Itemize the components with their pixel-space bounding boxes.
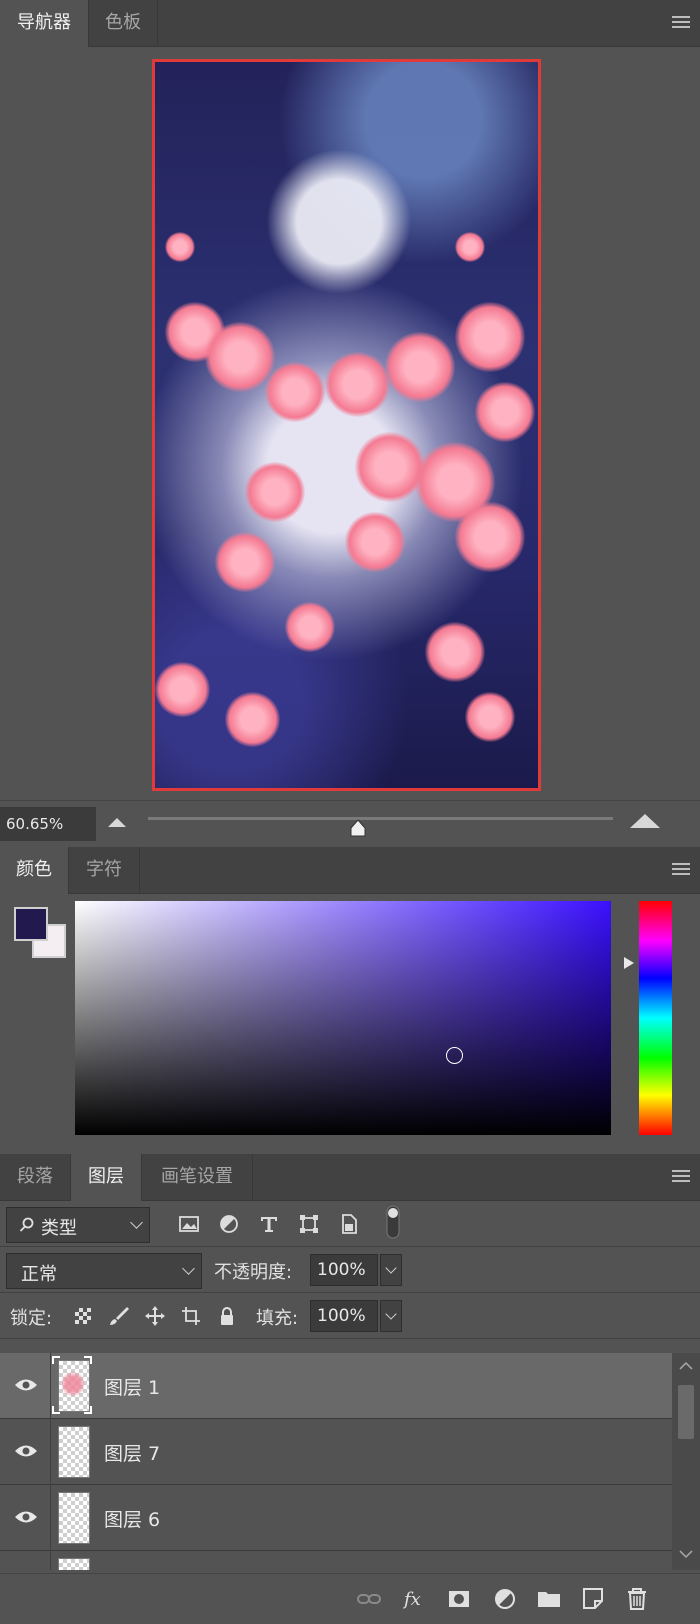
color-panel: 颜色 字符	[0, 847, 700, 1154]
type-filter-icon[interactable]	[258, 1213, 280, 1235]
tab-layers[interactable]: 图层	[71, 1154, 142, 1201]
blend-mode-label: 正常	[21, 1264, 57, 1285]
navigator-zoom-bar: 60.65%	[0, 800, 700, 847]
lock-artboard-icon[interactable]	[180, 1305, 202, 1327]
lock-position-move-icon[interactable]	[144, 1305, 166, 1327]
lock-image-pixels-brush-icon[interactable]	[108, 1305, 130, 1327]
zoom-out-icon[interactable]	[108, 818, 126, 827]
navigator-tabbar: 导航器 色板	[0, 0, 700, 47]
layer-thumbnail	[58, 1492, 90, 1544]
layer-name: 图层 6	[104, 1509, 161, 1531]
tab-character[interactable]: 字符	[69, 847, 140, 893]
zoom-slider[interactable]	[148, 817, 613, 820]
tab-color[interactable]: 颜色	[0, 847, 69, 894]
filter-toggle-icon[interactable]	[386, 1205, 400, 1239]
layer-effects-fx-icon[interactable]: fx	[402, 1586, 428, 1612]
tab-brush-settings[interactable]: 画笔设置	[142, 1154, 253, 1200]
layers-panel: 段落 图层 画笔设置 类型 正常 不透明度: 100% 锁定: 填充: 100%…	[0, 1154, 700, 1624]
layer-thumbnail	[58, 1558, 90, 1570]
scroll-up-icon[interactable]	[679, 1361, 693, 1371]
new-group-folder-icon[interactable]	[536, 1586, 562, 1612]
layer-row[interactable]: 图层 6	[0, 1485, 672, 1551]
blend-mode-dropdown[interactable]: 正常	[6, 1253, 202, 1289]
scroll-down-icon[interactable]	[679, 1549, 693, 1559]
layer-row[interactable]: 图层 1	[0, 1353, 672, 1419]
add-layer-mask-icon[interactable]	[446, 1586, 472, 1612]
visibility-eye-icon[interactable]	[14, 1377, 38, 1393]
saturation-brightness-field[interactable]	[75, 901, 611, 1135]
search-icon	[19, 1217, 34, 1232]
new-fill-adjustment-layer-icon[interactable]	[492, 1586, 518, 1612]
chevron-down-icon	[130, 1216, 143, 1229]
layer-thumbnail	[58, 1426, 90, 1478]
shape-filter-icon[interactable]	[298, 1213, 320, 1235]
layer-name: 图层 7	[104, 1443, 161, 1465]
navigator-thumbnail-image[interactable]	[152, 59, 541, 791]
visibility-eye-icon[interactable]	[14, 1509, 38, 1525]
tab-paragraph[interactable]: 段落	[0, 1154, 71, 1200]
layer-row[interactable]: 图层 7	[0, 1419, 672, 1485]
layers-tabbar: 段落 图层 画笔设置	[0, 1154, 700, 1201]
adjustment-filter-icon[interactable]	[218, 1213, 240, 1235]
layer-filter-row: 类型	[0, 1201, 700, 1247]
fill-dropdown-button[interactable]	[380, 1300, 402, 1332]
opacity-label: 不透明度:	[214, 1262, 293, 1283]
fill-label: 填充:	[256, 1308, 299, 1329]
tab-swatches[interactable]: 色板	[89, 0, 158, 46]
fill-input[interactable]: 100%	[310, 1300, 378, 1332]
new-layer-icon[interactable]	[580, 1586, 606, 1612]
panel-menu-icon[interactable]	[672, 16, 690, 30]
smart-object-filter-icon[interactable]	[338, 1213, 360, 1235]
color-picker	[0, 894, 700, 1154]
blend-opacity-row: 正常 不透明度: 100%	[0, 1247, 700, 1293]
tab-navigator[interactable]: 导航器	[0, 0, 89, 47]
opacity-input[interactable]: 100%	[310, 1254, 378, 1286]
scrollbar-thumb[interactable]	[678, 1385, 694, 1439]
opacity-dropdown-button[interactable]	[380, 1254, 402, 1286]
lock-fill-row: 锁定: 填充: 100%	[0, 1293, 700, 1339]
lock-transparent-pixels-icon[interactable]	[72, 1305, 94, 1327]
layer-row[interactable]	[0, 1551, 672, 1570]
layers-footer-toolbar: fx	[0, 1573, 700, 1624]
zoom-in-icon[interactable]	[630, 814, 660, 828]
filter-type-dropdown[interactable]: 类型	[6, 1207, 150, 1243]
zoom-slider-thumb[interactable]	[349, 819, 367, 837]
foreground-color-swatch[interactable]	[14, 907, 48, 941]
svg-text:fx: fx	[402, 1589, 421, 1610]
lock-label: 锁定:	[10, 1308, 53, 1329]
hue-slider[interactable]	[639, 901, 672, 1135]
zoom-level-field[interactable]: 60.65%	[0, 807, 96, 841]
filter-type-label: 类型	[41, 1218, 77, 1239]
image-filter-icon[interactable]	[178, 1213, 200, 1235]
navigator-preview[interactable]	[0, 47, 700, 799]
layer-list: 图层 1 图层 7 图层 6	[0, 1353, 672, 1570]
color-tabbar: 颜色 字符	[0, 847, 700, 894]
delete-layer-trash-icon[interactable]	[624, 1586, 650, 1612]
lock-all-icon[interactable]	[216, 1305, 238, 1327]
link-layers-icon[interactable]	[356, 1586, 382, 1612]
selected-thumbnail-frame	[52, 1356, 92, 1414]
panel-menu-icon[interactable]	[672, 863, 690, 877]
visibility-eye-icon[interactable]	[14, 1443, 38, 1459]
chevron-down-icon	[182, 1262, 195, 1275]
layer-name: 图层 1	[104, 1377, 161, 1399]
color-cursor[interactable]	[446, 1047, 463, 1064]
navigator-panel: 导航器 色板 60.65%	[0, 0, 700, 847]
panel-menu-icon[interactable]	[672, 1170, 690, 1184]
layer-list-scrollbar[interactable]	[672, 1353, 700, 1570]
hue-slider-marker[interactable]	[624, 957, 634, 969]
